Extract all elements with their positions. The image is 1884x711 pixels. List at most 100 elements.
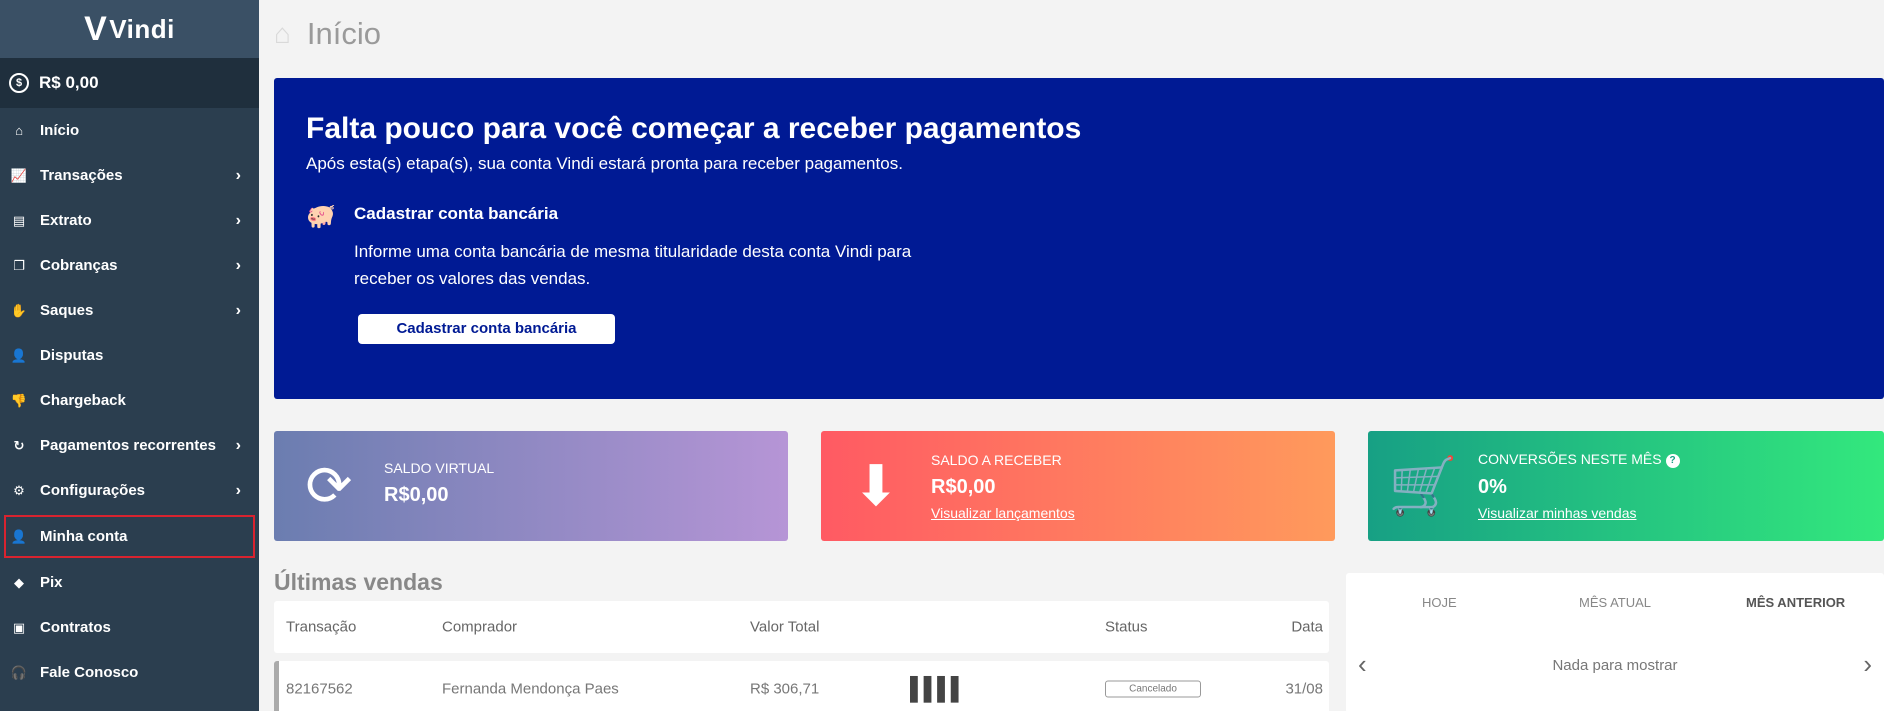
brand-logo-text: Vindi — [109, 13, 175, 44]
sidebar-item-label: Saques — [40, 302, 94, 319]
sidebar-item-fale-conosco[interactable]: 🎧 Fale Conosco — [0, 650, 259, 695]
main-content: ⌂ Início Falta pouco para você começar a… — [259, 0, 1884, 711]
sidebar-item-label: Transações — [40, 167, 123, 184]
card-label: CONVERSÕES NESTE MÊS? — [1478, 451, 1680, 468]
coin-refresh-icon: $ — [9, 73, 29, 93]
sales-table-header: Transação Comprador Valor Total Status D… — [274, 601, 1329, 653]
tab-mes-atual[interactable]: MÊS ATUAL — [1579, 595, 1651, 610]
tab-hoje[interactable]: HOJE — [1422, 595, 1457, 610]
chevron-right-icon[interactable]: › — [1863, 649, 1872, 680]
total-value: R$ 306,71 — [750, 680, 820, 697]
card-value: R$0,00 — [931, 475, 996, 498]
headset-icon: 🎧 — [10, 664, 28, 680]
sidebar-balance: $ R$ 0,00 — [0, 58, 259, 108]
user-settings-icon: 👤 — [10, 528, 28, 544]
sidebar-item-label: Fale Conosco — [40, 664, 139, 681]
tab-mes-anterior[interactable]: MÊS ANTERIOR — [1746, 595, 1845, 610]
refresh-icon: ↻ — [13, 437, 25, 453]
conversions-card: 🛒 CONVERSÕES NESTE MÊS? 0% Visualizar mi… — [1368, 431, 1884, 541]
page-header: ⌂ Início — [274, 16, 381, 52]
page-title: Início — [306, 16, 382, 51]
column-header-buyer: Comprador — [442, 618, 518, 636]
sidebar-item-chargeback[interactable]: 👎 Chargeback — [0, 378, 259, 423]
sidebar-item-label: Contratos — [40, 619, 111, 636]
buyer-name: Fernanda Mendonça Paes — [442, 680, 619, 697]
sidebar-item-label: Chargeback — [40, 392, 126, 409]
sidebar-balance-value: R$ 0,00 — [39, 73, 99, 92]
home-icon: ⌂ — [274, 18, 291, 49]
sidebar-item-label: Configurações — [40, 482, 146, 499]
chevron-right-icon: › — [235, 211, 241, 229]
sidebar: V Vindi $ R$ 0,00 ⌂ Início 📈 Transações › ▤… — [0, 0, 259, 711]
summary-cards: ⟳ SALDO VIRTUAL R$0,00 ⬇ SALDO A RECEBER… — [274, 431, 1884, 541]
help-icon[interactable]: ? — [1665, 453, 1680, 468]
shopping-cart-icon: 🛒 — [1388, 454, 1458, 517]
sidebar-item-extrato[interactable]: ▤ Extrato › — [0, 198, 259, 243]
step-title: Cadastrar conta bancária — [354, 204, 559, 223]
card-value: R$0,00 — [384, 483, 449, 506]
sidebar-item-contratos[interactable]: ▣ Contratos — [0, 605, 259, 650]
column-header-date: Data — [1291, 618, 1323, 636]
banner-title: Falta pouco para você começar a receber … — [306, 112, 1082, 145]
wallet-icon: ▣ — [12, 619, 26, 635]
brand-logo[interactable]: V Vindi — [0, 0, 259, 58]
chevron-right-icon: › — [235, 301, 241, 319]
register-bank-account-button[interactable]: Cadastrar conta bancária — [358, 314, 615, 344]
thumbs-down-icon: 👎 — [10, 392, 28, 408]
receivable-balance-card: ⬇ SALDO A RECEBER R$0,00 Visualizar lanç… — [821, 431, 1335, 541]
sidebar-item-inicio[interactable]: ⌂ Início — [0, 108, 259, 153]
chevron-right-icon: › — [235, 166, 241, 184]
sidebar-item-cobrancas[interactable]: ❐ Cobranças › — [0, 243, 259, 288]
sidebar-item-label: Cobranças — [40, 257, 118, 274]
empty-state-text: Nada para mostrar — [1552, 657, 1678, 674]
chart-line-icon: 📈 — [10, 167, 28, 183]
receipt-icon: ▤ — [12, 212, 26, 228]
sidebar-item-saques[interactable]: ✋ Saques › — [0, 288, 259, 333]
piggy-bank-icon: 🐖 — [306, 203, 336, 230]
sidebar-item-configuracoes[interactable]: ⚙ Configurações › — [0, 468, 259, 513]
sale-date: 31/08 — [1285, 680, 1323, 697]
step-text: Informe uma conta bancária de mesma titu… — [354, 242, 912, 288]
user-dispute-icon: 👤 — [10, 347, 28, 363]
card-label-text: CONVERSÕES NESTE MÊS — [1478, 451, 1662, 468]
sidebar-item-minha-conta[interactable]: 👤 Minha conta — [3, 514, 256, 559]
onboarding-step: 🐖 Cadastrar conta bancária Informe uma c… — [306, 203, 1852, 344]
pix-icon: ◆ — [14, 574, 24, 590]
gear-icon: ⚙ — [13, 482, 25, 498]
sidebar-item-label: Início — [40, 122, 80, 139]
card-label: SALDO A RECEBER — [931, 451, 1062, 468]
chevron-right-icon: › — [235, 481, 241, 499]
money-down-arrow-icon: ⬇ — [852, 454, 900, 517]
transaction-id: 82167562 — [286, 680, 353, 697]
card-label: SALDO VIRTUAL — [384, 459, 495, 476]
barcode-icon: ▌▌▌▌ — [910, 675, 966, 701]
sidebar-item-label: Minha conta — [40, 528, 128, 545]
hand-coin-icon: ✋ — [10, 302, 28, 318]
latest-sales-title: Últimas vendas — [274, 569, 443, 595]
home-icon: ⌂ — [15, 123, 23, 138]
sidebar-item-transacoes[interactable]: 📈 Transações › — [0, 153, 259, 198]
sidebar-item-label: Pix — [40, 574, 63, 591]
onboarding-banner: Falta pouco para você começar a receber … — [274, 78, 1884, 399]
coin-refresh-icon: ⟳ — [305, 454, 353, 517]
column-header-transaction: Transação — [286, 618, 357, 636]
card-value: 0% — [1478, 475, 1507, 498]
table-row[interactable]: 82167562 Fernanda Mendonça Paes R$ 306,7… — [274, 661, 1329, 711]
column-header-status: Status — [1105, 618, 1148, 636]
vindi-v-icon: V — [84, 9, 108, 48]
period-panel: HOJE MÊS ATUAL MÊS ANTERIOR ‹ Nada para … — [1346, 573, 1884, 711]
view-entries-link[interactable]: Visualizar lançamentos — [931, 505, 1075, 521]
sidebar-item-pagamentos-recorrentes[interactable]: ↻ Pagamentos recorrentes › — [0, 423, 259, 468]
status-badge: Cancelado — [1105, 680, 1201, 697]
sidebar-item-label: Extrato — [40, 212, 92, 229]
view-sales-link[interactable]: Visualizar minhas vendas — [1478, 505, 1680, 521]
column-header-total: Valor Total — [750, 618, 820, 636]
sidebar-item-label: Pagamentos recorrentes — [40, 437, 216, 454]
chevron-right-icon: › — [235, 256, 241, 274]
sidebar-item-disputas[interactable]: 👤 Disputas — [0, 333, 259, 378]
sidebar-item-label: Disputas — [40, 347, 104, 364]
sidebar-item-pix[interactable]: ◆ Pix — [0, 560, 259, 605]
chevron-right-icon: › — [235, 436, 241, 454]
virtual-balance-card: ⟳ SALDO VIRTUAL R$0,00 — [274, 431, 788, 541]
invoices-icon: ❐ — [13, 257, 25, 273]
